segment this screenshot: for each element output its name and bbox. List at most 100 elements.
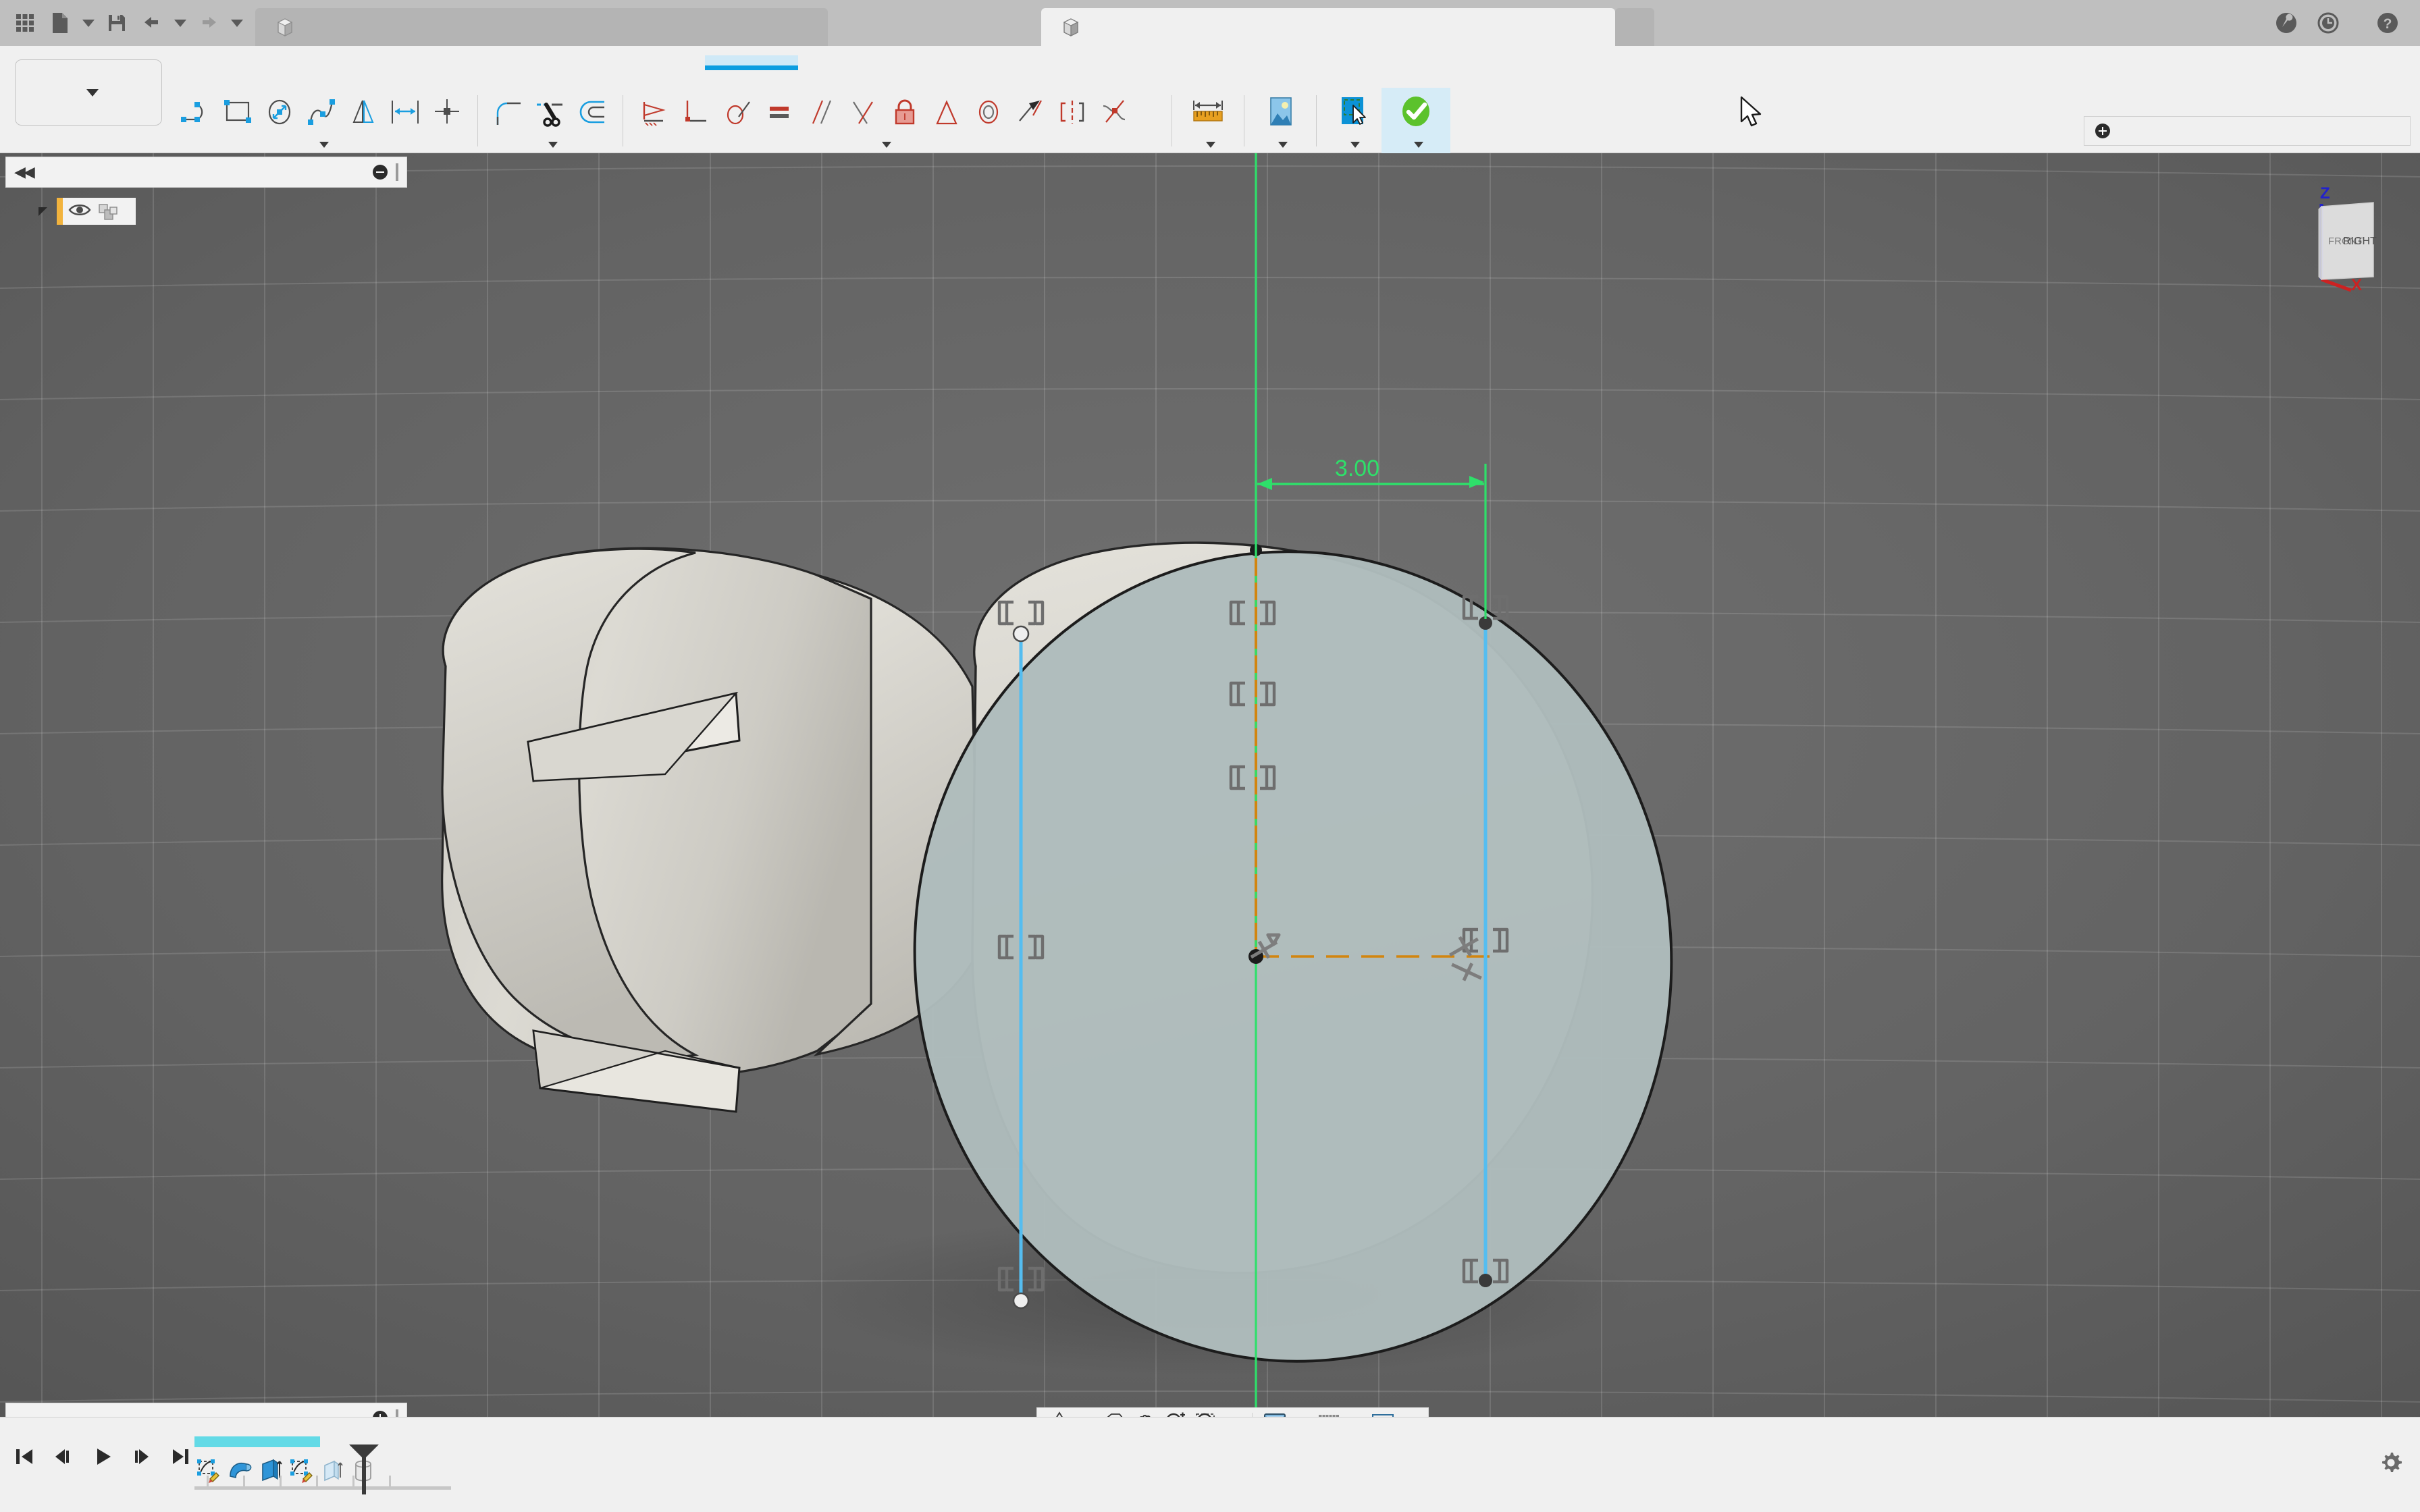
tab-sketch[interactable] bbox=[705, 55, 798, 70]
sketch-point-upper-left bbox=[1012, 625, 1030, 643]
insert-image-icon[interactable] bbox=[1254, 90, 1307, 134]
timeline-bar bbox=[0, 1417, 2420, 1512]
dimension-tool-icon[interactable] bbox=[384, 90, 426, 134]
ribbon-divider bbox=[477, 94, 478, 146]
redo-dropdown-caret[interactable] bbox=[228, 9, 246, 37]
ribbon-group-constraints-label[interactable] bbox=[630, 136, 1138, 153]
step-forward-icon[interactable] bbox=[130, 1444, 154, 1469]
fillet-tool-icon[interactable] bbox=[488, 90, 529, 134]
perpendicular-constraint-icon[interactable] bbox=[842, 90, 884, 134]
line-tool-icon[interactable] bbox=[175, 90, 217, 134]
trim-tool-icon[interactable] bbox=[529, 90, 571, 134]
quick-access-toolbar bbox=[0, 0, 255, 46]
equal-constraint-icon[interactable] bbox=[758, 90, 800, 134]
job-status-icon[interactable] bbox=[2274, 11, 2298, 35]
coincident-constraint-icon[interactable] bbox=[675, 90, 716, 134]
go-to-end-icon[interactable] bbox=[169, 1444, 193, 1469]
offset-tool-icon[interactable] bbox=[571, 90, 613, 134]
chevron-down-icon bbox=[1350, 142, 1360, 148]
redo-icon[interactable] bbox=[193, 5, 224, 40]
file-icon[interactable] bbox=[45, 5, 76, 40]
timeline-features bbox=[194, 1447, 451, 1486]
ribbon-group-insert bbox=[1251, 88, 1309, 153]
gear-icon[interactable] bbox=[2378, 1450, 2404, 1476]
ribbon-group-create bbox=[172, 88, 471, 153]
symmetry-constraint-icon[interactable] bbox=[1051, 90, 1093, 134]
new-tab-button[interactable] bbox=[1615, 8, 1654, 46]
ribbon-group-create-label[interactable] bbox=[172, 136, 471, 153]
play-icon[interactable] bbox=[90, 1444, 115, 1469]
tab-sheet-metal[interactable] bbox=[423, 55, 593, 68]
document-tab-1[interactable] bbox=[255, 8, 828, 46]
spline-tool-icon[interactable] bbox=[300, 90, 342, 134]
tab-solid[interactable] bbox=[182, 55, 294, 68]
browser-tree bbox=[5, 197, 411, 230]
timeline-extrude2-icon[interactable] bbox=[319, 1454, 347, 1486]
document-cube-icon bbox=[1061, 16, 1080, 38]
tangent-constraint-icon[interactable] bbox=[926, 90, 968, 134]
root-marker bbox=[57, 198, 63, 225]
measure-tool-icon[interactable] bbox=[1182, 90, 1234, 134]
ribbon-group-finish-sketch-label[interactable] bbox=[1387, 136, 1445, 153]
finish-sketch-check-icon[interactable] bbox=[1390, 90, 1442, 134]
concentric-constraint-icon[interactable] bbox=[716, 90, 758, 134]
ribbon-group-finish-sketch[interactable] bbox=[1382, 88, 1450, 153]
timeline-playback-controls bbox=[12, 1444, 193, 1469]
ribbon-group-inspect-label[interactable] bbox=[1179, 136, 1237, 153]
timeline-sketch-icon[interactable] bbox=[194, 1454, 223, 1486]
axis-x-label: X bbox=[2351, 276, 2362, 292]
ribbon-group-modify-label[interactable] bbox=[485, 136, 616, 153]
parallel-constraint-icon[interactable] bbox=[800, 90, 842, 134]
document-cube-icon bbox=[275, 16, 294, 38]
undo-dropdown-caret[interactable] bbox=[172, 9, 189, 37]
collapse-panel-icon[interactable]: ◀◀ bbox=[14, 163, 35, 181]
tree-node-root-pill[interactable] bbox=[63, 198, 136, 225]
panel-resize-grip[interactable] bbox=[396, 163, 398, 181]
expand-collapse-icon[interactable] bbox=[28, 207, 57, 216]
rectangle-tool-icon[interactable] bbox=[217, 90, 259, 134]
view-cube-front-face bbox=[2318, 205, 2322, 281]
chevron-down-icon bbox=[1205, 142, 1215, 148]
timeline-sketch2-icon[interactable] bbox=[288, 1454, 316, 1486]
go-to-beginning-icon[interactable] bbox=[12, 1444, 36, 1469]
horizontal-vertical-constraint-icon[interactable] bbox=[633, 90, 675, 134]
ribbon-group-select-label[interactable] bbox=[1323, 136, 1382, 153]
chevron-down-icon bbox=[1413, 142, 1423, 148]
timeline-revolve-icon[interactable] bbox=[226, 1454, 254, 1486]
workspace-switcher-button[interactable] bbox=[15, 59, 162, 126]
sketch-palette-panel[interactable] bbox=[2084, 116, 2411, 146]
step-back-icon[interactable] bbox=[51, 1444, 76, 1469]
tab-surface[interactable] bbox=[294, 55, 423, 68]
tree-node-root[interactable] bbox=[5, 197, 411, 225]
view-cube[interactable]: Z X FRONT RIGHT bbox=[2248, 177, 2384, 292]
recent-activity-icon[interactable] bbox=[2316, 11, 2340, 35]
ribbon-groups bbox=[172, 88, 2420, 153]
timeline-rail[interactable] bbox=[194, 1476, 451, 1490]
view-cube-right-label: RIGHT bbox=[2343, 236, 2377, 247]
fix-unfix-constraint-icon[interactable] bbox=[884, 90, 926, 134]
mirror-tool-icon[interactable] bbox=[342, 90, 384, 134]
ribbon-tabs bbox=[182, 55, 798, 70]
app-grid-icon[interactable] bbox=[9, 5, 41, 40]
canvas-viewport[interactable]: 3.00 bbox=[0, 153, 2420, 1417]
title-bar: ? bbox=[0, 0, 2420, 46]
chevron-down-icon bbox=[881, 142, 891, 148]
file-dropdown-caret[interactable] bbox=[80, 9, 97, 37]
point-tool-icon[interactable] bbox=[426, 90, 468, 134]
chevron-down-icon bbox=[319, 142, 329, 148]
help-icon[interactable]: ? bbox=[2375, 11, 2400, 35]
visibility-eye-icon[interactable] bbox=[68, 202, 91, 220]
collinear-constraint-icon[interactable] bbox=[1009, 90, 1051, 134]
ribbon-group-insert-label[interactable] bbox=[1251, 136, 1309, 153]
undo-icon[interactable] bbox=[136, 5, 167, 40]
concentric2-constraint-icon[interactable] bbox=[968, 90, 1009, 134]
curvature-constraint-icon[interactable] bbox=[1093, 90, 1135, 134]
select-cursor-icon[interactable] bbox=[1326, 90, 1379, 134]
document-tab-2[interactable] bbox=[1041, 8, 1615, 46]
circle-tool-icon[interactable] bbox=[259, 90, 300, 134]
save-icon[interactable] bbox=[101, 5, 132, 40]
collapse-all-icon[interactable] bbox=[373, 165, 388, 180]
tab-tools[interactable] bbox=[593, 55, 705, 68]
ribbon-group-inspect bbox=[1179, 88, 1237, 153]
expand-icon[interactable] bbox=[2095, 124, 2110, 138]
